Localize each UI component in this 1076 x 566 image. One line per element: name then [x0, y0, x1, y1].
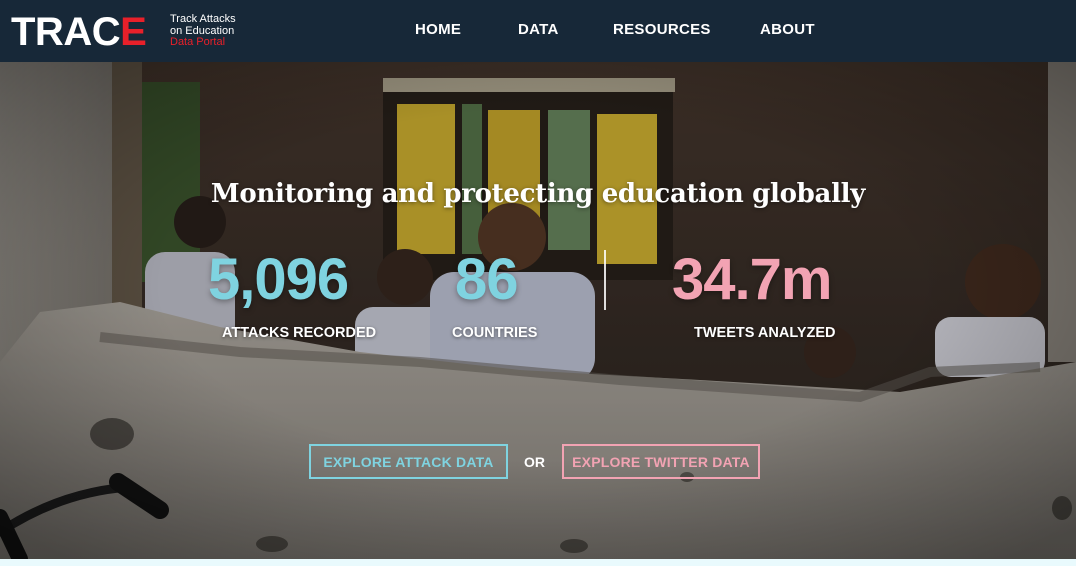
nav-resources[interactable]: RESOURCES [613, 21, 711, 38]
hero-section: Monitoring and protecting education glob… [0, 62, 1076, 559]
stat-divider [604, 250, 606, 310]
logo-text-accent: E [120, 10, 147, 54]
nav-data[interactable]: DATA [518, 21, 559, 38]
stat-countries-label: COUNTRIES [452, 325, 538, 341]
explore-attack-data-button[interactable]: EXPLORE ATTACK DATA [309, 444, 508, 479]
stat-tweets-value: 34.7m [672, 247, 832, 312]
cta-or-text: OR [524, 454, 545, 470]
explore-twitter-data-button[interactable]: EXPLORE TWITTER DATA [562, 444, 760, 479]
nav-home[interactable]: HOME [415, 21, 461, 38]
stat-attacks-value: 5,096 [208, 247, 349, 312]
page-bottom-strip [0, 559, 1076, 566]
logo-text-main: TRAC [11, 10, 121, 54]
tagline-line-3: Data Portal [170, 36, 226, 48]
site-header: TRACE Track Attacks on Education Data Po… [0, 0, 1076, 62]
hero-title: Monitoring and protecting education glob… [210, 179, 866, 209]
tagline-line-1: Track Attacks [170, 13, 236, 25]
logo-tagline: Track Attacks on Education Data Portal [170, 13, 236, 49]
stat-tweets-label: TWEETS ANALYZED [694, 325, 836, 341]
hero-background-photo [0, 62, 1076, 559]
stat-countries-value: 86 [455, 247, 519, 312]
logo[interactable]: TRACE [11, 10, 147, 54]
stat-attacks-label: ATTACKS RECORDED [222, 325, 377, 341]
nav-about[interactable]: ABOUT [760, 21, 815, 38]
